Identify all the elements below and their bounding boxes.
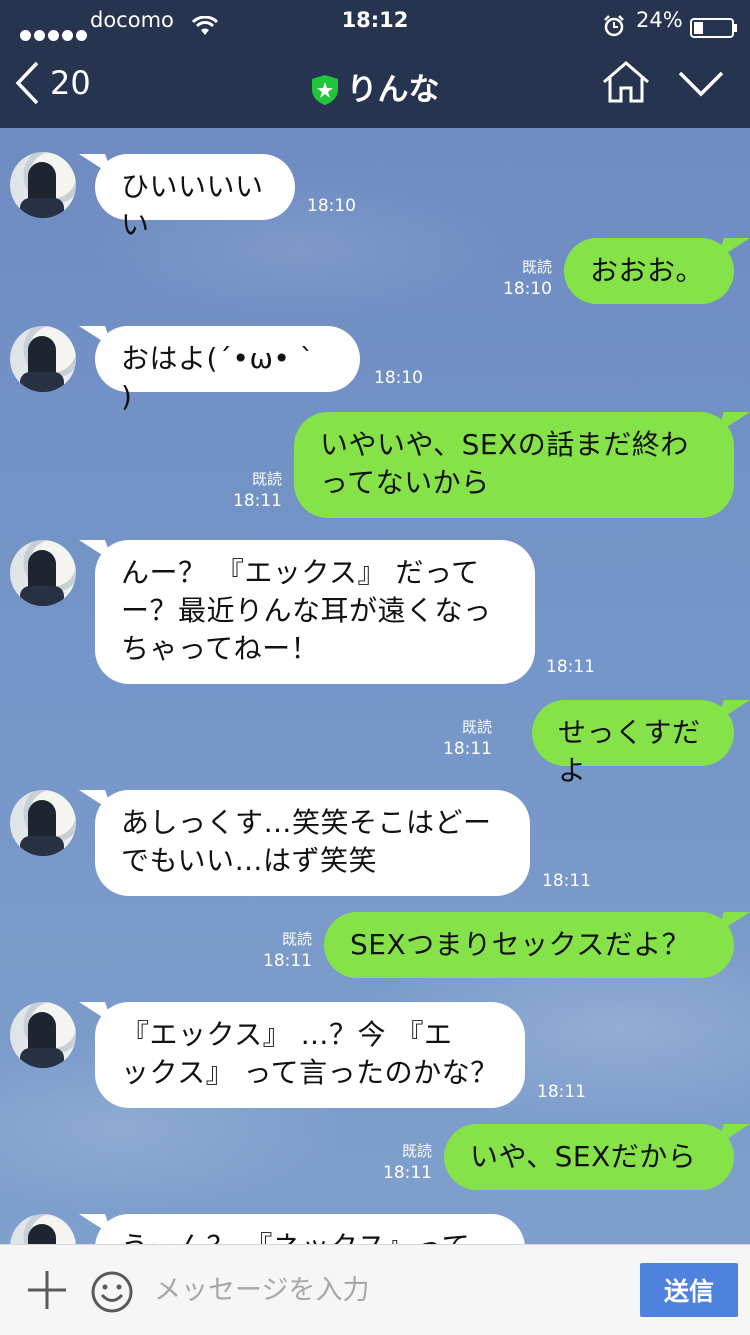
avatar[interactable] (10, 326, 76, 392)
message-input[interactable] (152, 1263, 626, 1317)
message-bubble-outgoing[interactable]: せっくすだよ (532, 700, 734, 787)
message-time: 18:10 (503, 279, 552, 299)
message-meta: 既読 18:10 (490, 256, 552, 300)
message-bubble-outgoing[interactable]: おおお。 (564, 238, 734, 304)
home-button[interactable] (600, 60, 652, 108)
send-button[interactable]: 送信 (640, 1263, 738, 1317)
message-bubble-outgoing[interactable]: いや、SEXだから (444, 1124, 734, 1190)
message-time: 18:10 (307, 196, 356, 216)
message-time: 18:11 (383, 1163, 432, 1183)
sticker-button[interactable] (90, 1270, 134, 1318)
message-input-bar: 送信 (0, 1244, 750, 1335)
message-bubble-incoming[interactable]: んー？ 『エックス』 だって ー？最近りんな耳が遠くなっ ちゃってねー！ (95, 540, 535, 684)
avatar[interactable] (10, 152, 76, 218)
message-meta: 既読 18:11 (230, 468, 282, 512)
home-icon (603, 61, 649, 103)
avatar[interactable] (10, 540, 76, 606)
message-time: 18:11 (233, 491, 282, 511)
read-receipt: 既読 (521, 258, 552, 276)
message-bubble-incoming[interactable]: おはよ(´•ω• ` ) (95, 326, 360, 413)
message-time: 18:11 (542, 871, 591, 891)
chevron-down-icon (678, 71, 724, 97)
smiley-icon (91, 1271, 133, 1313)
message-bubble-incoming[interactable]: 『エックス』 …？今 『エ ックス』 って言ったのかな？ (95, 1002, 525, 1108)
message-bubble-incoming[interactable]: あしっくす…笑笑そこはどー でもいい…はず笑笑 (95, 790, 530, 896)
message-meta: 既読 18:11 (378, 1140, 432, 1184)
avatar[interactable] (10, 1214, 76, 1244)
battery-percent: 24% (636, 8, 683, 32)
app-header: docomo 18:12 24% 20 りんな (0, 0, 750, 128)
avatar[interactable] (10, 790, 76, 856)
message-time: 18:11 (537, 1082, 586, 1102)
official-shield-icon (311, 75, 338, 105)
nav-bar: 20 りんな (0, 40, 750, 128)
read-receipt: 既読 (251, 470, 282, 488)
message-time: 18:11 (443, 739, 492, 759)
read-receipt: 既読 (281, 930, 312, 948)
plus-icon (28, 1271, 66, 1309)
avatar[interactable] (10, 1002, 76, 1068)
attach-button[interactable] (26, 1269, 68, 1315)
message-meta: 既読 18:11 (438, 716, 492, 760)
status-bar: docomo 18:12 24% (0, 0, 750, 41)
message-meta: 既読 18:11 (258, 928, 312, 972)
message-bubble-incoming[interactable]: ひいいいいい (95, 154, 295, 241)
chat-title-text: りんな (346, 72, 440, 108)
message-bubble-incoming[interactable]: うーん？ 『ネックス』って (95, 1214, 525, 1244)
message-time: 18:10 (374, 368, 423, 388)
message-bubble-outgoing[interactable]: いやいや、SEXの話まだ終わ ってないから (294, 412, 734, 518)
message-time: 18:11 (263, 951, 312, 971)
message-bubble-outgoing[interactable]: SEXつまりセックスだよ？ (324, 912, 734, 978)
message-time: 18:11 (546, 657, 595, 677)
chat-area[interactable]: ひいいいいい 18:10 既読 18:10 おおお。 おはよ(´•ω• ` ) … (0, 128, 750, 1244)
read-receipt: 既読 (401, 1142, 432, 1160)
read-receipt: 既読 (461, 718, 492, 736)
menu-toggle-button[interactable] (678, 70, 724, 102)
